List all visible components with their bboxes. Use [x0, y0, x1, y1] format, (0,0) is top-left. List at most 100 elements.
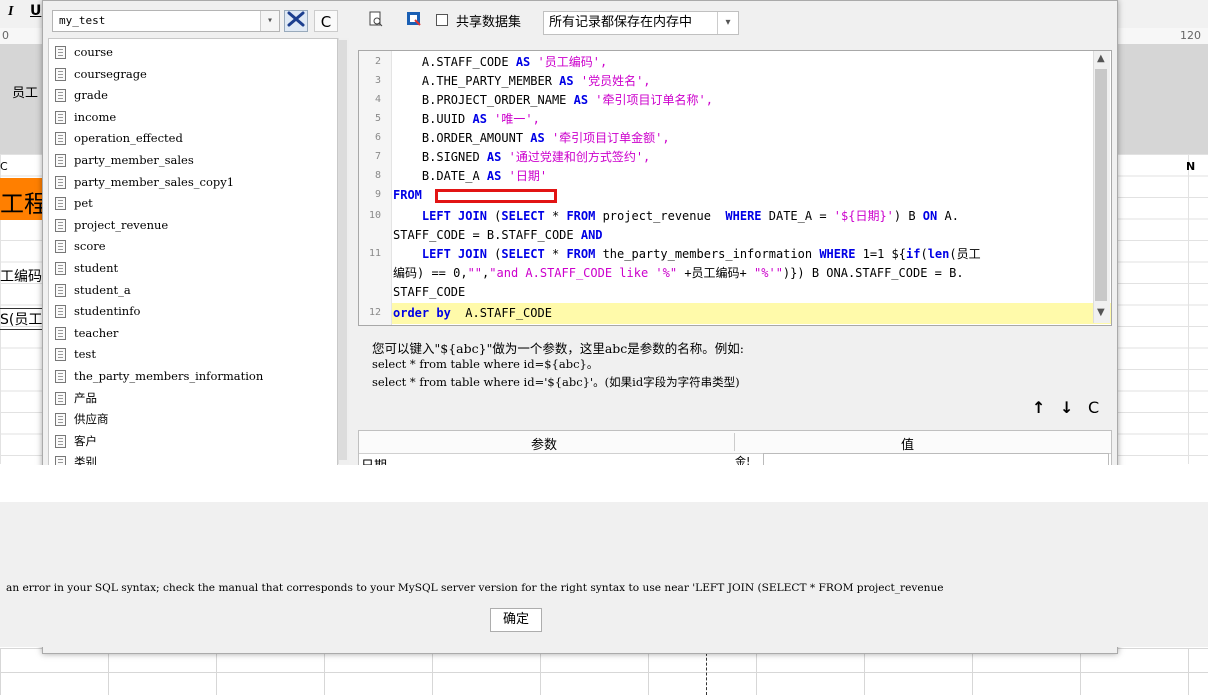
table-name: income [74, 109, 117, 124]
table-list-item[interactable]: student_a [55, 280, 131, 301]
table-name: party_member_sales [74, 153, 194, 167]
scroll-down-icon[interactable]: ▼ [1097, 307, 1105, 318]
table-list-item[interactable]: 产品 [55, 388, 97, 409]
table-icon [55, 326, 66, 340]
datasource-value: my_test [59, 14, 106, 27]
table-name: studentinfo [74, 304, 141, 319]
code-token-plain: the_party_members_information [595, 247, 820, 261]
code-token-str: '唯一', [486, 112, 540, 126]
code-line: B.SIGNED AS '通过党建和创方式签约', [393, 148, 650, 167]
shared-dataset-checkbox[interactable] [436, 14, 448, 26]
chevron-down-icon[interactable]: ▾ [260, 11, 279, 31]
datasource-select[interactable]: my_test ▾ [52, 10, 280, 32]
underline-button[interactable]: U [30, 3, 41, 19]
code-token-plain: (员工 [949, 247, 981, 261]
table-list[interactable]: course coursegrage grade income operation_ef… [48, 38, 338, 466]
table-icon [55, 348, 66, 362]
table-list-item[interactable]: pet [55, 193, 93, 214]
parameter-table[interactable]: 参数 值 日期 金! [358, 430, 1112, 468]
table-list-item[interactable]: party_member_sales [55, 150, 194, 171]
background-sheet-grid-bottom[interactable] [0, 648, 1208, 695]
table-list-item[interactable]: course [55, 42, 113, 63]
table-icon [55, 67, 66, 81]
chevron-down-icon[interactable]: ▾ [717, 12, 738, 34]
code-token-plain: B.UUID [393, 112, 473, 126]
code-token-plain: 1=1 ${ [855, 247, 907, 261]
line-number: 7 [374, 151, 381, 162]
refresh-params-icon[interactable]: C [1088, 398, 1099, 417]
italic-button[interactable]: I [8, 4, 13, 20]
code-token-kw: SELECT [501, 247, 545, 261]
orange-cell[interactable]: 工程 [0, 178, 48, 220]
code-token-kw: len [927, 247, 950, 261]
table-name: 客户 [74, 433, 97, 448]
table-list-item[interactable]: grade [55, 85, 108, 106]
table-list-item[interactable]: income [55, 107, 116, 128]
orange-cell-text: 工程 [0, 192, 48, 218]
scroll-up-icon[interactable]: ▲ [1097, 53, 1105, 64]
move-up-icon[interactable]: ↑ [1032, 398, 1045, 417]
table-name: grade [74, 88, 108, 103]
table-icon [55, 197, 66, 211]
memory-mode-select[interactable]: 所有记录都保存在内存中 ▾ [543, 11, 739, 35]
table-list-item[interactable]: teacher [55, 323, 118, 344]
code-token-kw: FROM [566, 247, 596, 261]
table-list-item[interactable]: 客户 [55, 431, 97, 452]
code-token-kw: FROM [566, 209, 596, 223]
code-token-kw: SELECT [501, 209, 545, 223]
code-line: STAFF_CODE = B.STAFF_CODE AND [393, 226, 603, 245]
code-line: B.ORDER_AMOUNT AS '牵引项目订单金额', [393, 129, 670, 148]
line-number: 5 [374, 113, 381, 124]
table-list-item[interactable]: studentinfo [55, 301, 140, 322]
table-name: course [74, 45, 113, 59]
error-dialog-body: an error in your SQL syntax; check the m… [0, 502, 1208, 647]
refresh-icon[interactable]: C [314, 10, 338, 32]
table-list-item[interactable]: party_member_sales_copy1 [55, 172, 234, 193]
table-icon [55, 413, 66, 427]
query-icon[interactable] [402, 11, 426, 33]
ok-button[interactable]: 确定 [490, 608, 542, 632]
line-number: 12 [368, 307, 381, 318]
code-token-kw: WHERE [725, 209, 762, 223]
editor-scroll-thumb[interactable] [1095, 69, 1107, 301]
table-list-item[interactable]: 供应商 [55, 409, 109, 430]
connection-settings-icon[interactable] [284, 10, 308, 32]
table-icon [55, 110, 66, 124]
preview-icon[interactable] [364, 11, 388, 33]
memory-mode-value: 所有记录都保存在内存中 [549, 15, 693, 30]
table-list-scroll-thumb[interactable] [339, 40, 347, 460]
line-number-gutter: 2 3 4 5 6 7 8 9 10 11 12 [359, 51, 392, 325]
code-token-str: '党员姓名', [573, 74, 651, 88]
code-line: STAFF_CODE [393, 283, 465, 302]
table-list-item[interactable]: project_revenue [55, 215, 168, 236]
code-token-kw: AND [580, 228, 603, 242]
staff-label: 员工 [12, 86, 39, 101]
cell-staff-code[interactable]: 工编码 [0, 266, 42, 286]
header-divider [734, 433, 735, 451]
table-name: student [74, 261, 119, 275]
table-icon [55, 154, 66, 167]
cell-expression[interactable]: S(员工 [0, 308, 43, 330]
code-token-kw: ON [922, 209, 938, 223]
table-list-item[interactable]: student [55, 258, 118, 279]
table-name: pet [74, 196, 93, 211]
table-name: the_party_members_information [74, 369, 264, 383]
table-list-item[interactable]: coursegrage [55, 64, 147, 85]
table-icon [55, 434, 66, 448]
table-list-item[interactable]: score [55, 236, 106, 257]
code-line: B.PROJECT_ORDER_NAME AS '牵引项目订单名称', [393, 91, 713, 110]
table-icon [55, 262, 66, 275]
code-token-kw: LEFT JOIN [421, 247, 487, 261]
code-token-kw: LEFT JOIN [421, 209, 487, 223]
code-token-kw: AS [530, 131, 545, 145]
table-list-item[interactable]: 类别 [55, 452, 97, 465]
table-list-item[interactable]: test [55, 344, 96, 365]
table-list-item[interactable]: operation_effected [55, 128, 183, 149]
table-name: teacher [74, 325, 119, 340]
column-header-n: N [1186, 160, 1196, 173]
table-name: 产品 [74, 390, 97, 405]
sql-editor[interactable]: 2 3 4 5 6 7 8 9 10 11 12 A.STAFF_CODE AS '员工编码', A… [358, 50, 1112, 326]
move-down-icon[interactable]: ↓ [1060, 398, 1073, 417]
code-line: B.DATE_A AS '日期' [393, 167, 547, 186]
table-list-item[interactable]: the_party_members_information [55, 366, 263, 387]
